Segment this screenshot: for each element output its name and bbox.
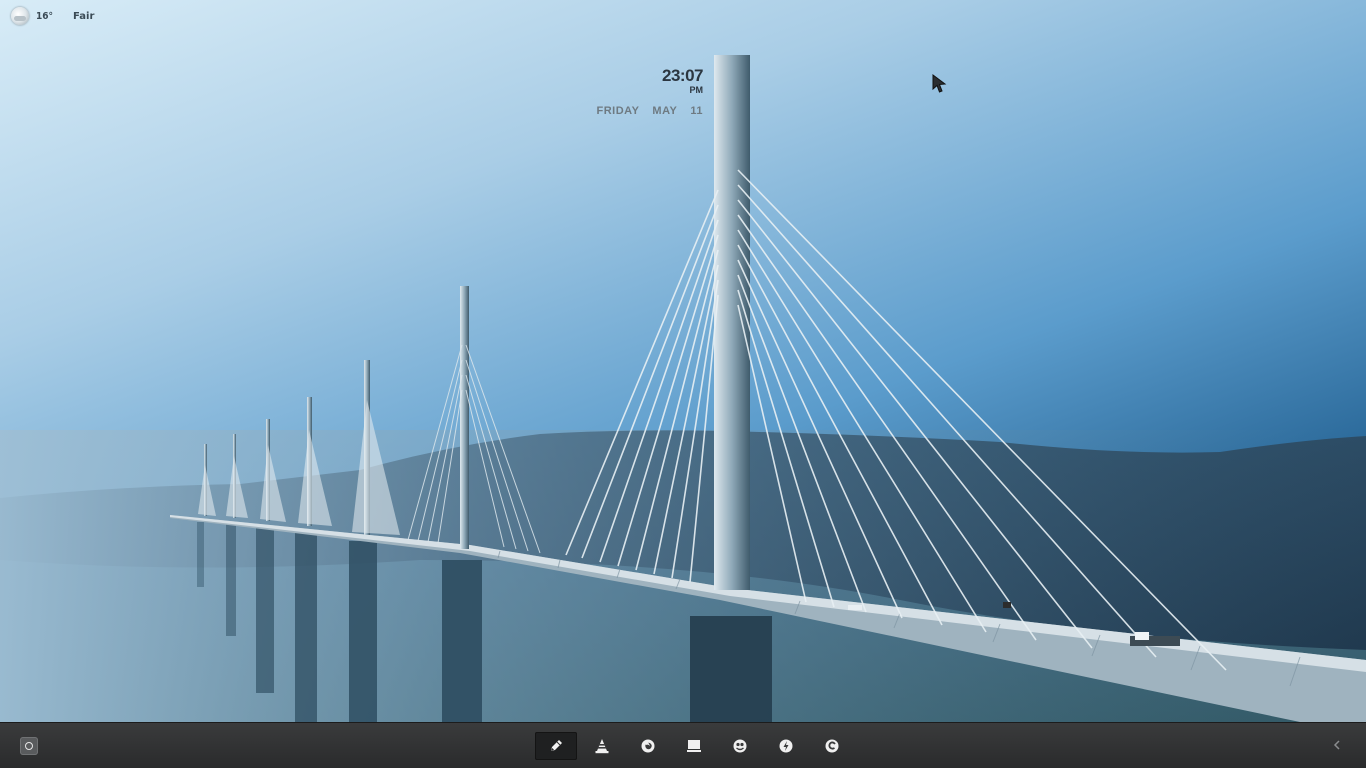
clock-month: MAY — [652, 105, 678, 117]
clock-weekday: FRIDAY — [596, 105, 640, 117]
desktop: 16° Fair 23:07 PM FRIDAY MAY 11 — [0, 0, 1366, 722]
dock-item-vlc[interactable] — [581, 732, 623, 760]
firefox-icon — [641, 739, 655, 753]
dock-item-chat[interactable] — [719, 732, 761, 760]
start-circle-icon — [25, 742, 33, 750]
monitor-icon — [687, 740, 701, 752]
mouse-cursor-icon — [932, 74, 947, 93]
dock-item-pencil[interactable] — [535, 732, 577, 760]
dock-item-power[interactable] — [765, 732, 807, 760]
dock-item-terminal[interactable] — [673, 732, 715, 760]
swirl-icon — [825, 739, 839, 753]
dock-item-firefox[interactable] — [627, 732, 669, 760]
traffic-cone-icon — [595, 739, 609, 754]
clock-widget: 23:07 PM FRIDAY MAY 11 — [596, 66, 704, 117]
chat-icon — [733, 739, 747, 753]
chevron-left-icon[interactable] — [1332, 738, 1342, 752]
taskbar — [0, 722, 1366, 768]
clock-day: 11 — [690, 105, 703, 117]
dock-item-swirl[interactable] — [811, 732, 853, 760]
weather-temperature: 16° — [36, 10, 54, 22]
partly-cloudy-icon — [11, 7, 29, 25]
weather-condition: Fair — [73, 10, 95, 22]
pencil-icon — [551, 740, 562, 751]
clock-period: PM — [689, 85, 704, 95]
lightning-icon — [779, 739, 793, 753]
start-button[interactable] — [20, 737, 38, 755]
clock-date: FRIDAY MAY 11 — [596, 105, 703, 117]
weather-widget[interactable]: 16° Fair — [11, 6, 94, 26]
dock — [535, 732, 857, 760]
clock-time: 23:07 — [662, 66, 703, 85]
